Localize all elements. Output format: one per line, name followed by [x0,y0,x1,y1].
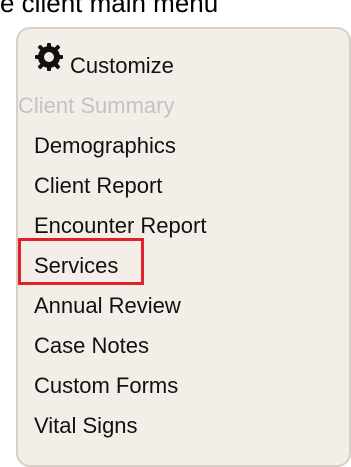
menu-item-custom-forms[interactable]: Custom Forms [34,373,178,399]
menu-item-encounter-report[interactable]: Encounter Report [34,213,206,239]
gear-icon [35,43,63,71]
menu-item-client-summary: Client Summary [18,93,175,118]
menu-item-client-report[interactable]: Client Report [34,173,162,199]
caption-text: e client main menu [0,0,219,18]
client-main-menu: Customize Client Summary Demographics Cl… [16,27,351,467]
customize-label: Customize [70,53,174,78]
menu-item-annual-review[interactable]: Annual Review [34,293,181,319]
menu-item-demographics[interactable]: Demographics [34,133,176,159]
customize-button[interactable]: Customize [35,43,174,79]
menu-item-vital-signs[interactable]: Vital Signs [34,413,138,439]
menu-item-case-notes[interactable]: Case Notes [34,333,149,359]
menu-item-services[interactable]: Services [34,253,118,279]
